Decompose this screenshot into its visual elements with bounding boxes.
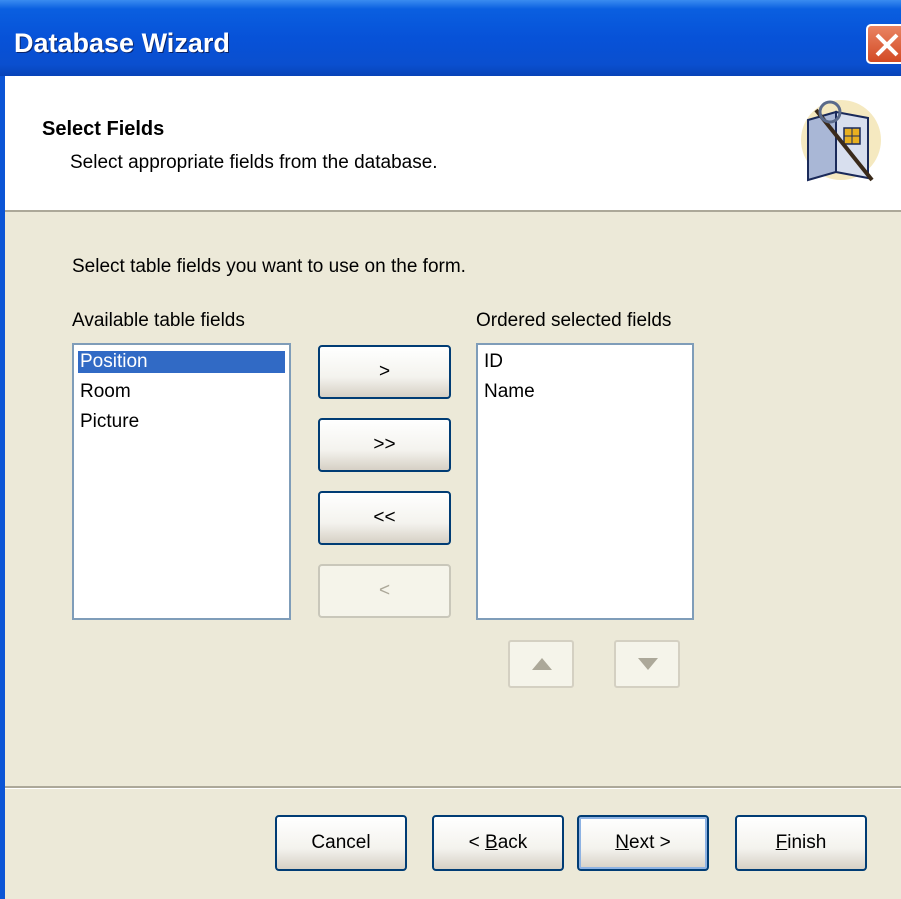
- back-prefix: <: [468, 832, 486, 853]
- available-fields-label: Available table fields: [72, 310, 245, 331]
- next-mnemonic: N: [615, 832, 629, 853]
- close-button[interactable]: [866, 24, 901, 64]
- title-bar[interactable]: Database Wizard: [0, 0, 901, 76]
- wizard-header: [5, 76, 901, 212]
- remove-all-fields-button[interactable]: <<: [318, 491, 451, 545]
- next-button[interactable]: Next >: [577, 815, 709, 871]
- database-wizard-window: Database Wizard Select Fields Select app…: [0, 0, 901, 899]
- add-field-button[interactable]: >: [318, 345, 451, 399]
- window-title: Database Wizard: [14, 28, 230, 58]
- list-item[interactable]: Picture: [78, 411, 141, 433]
- instruction-text: Select table fields you want to use on t…: [72, 256, 466, 277]
- list-item[interactable]: ID: [482, 351, 505, 373]
- wizard-book-icon: [801, 100, 881, 182]
- footer-separator: [5, 786, 901, 789]
- page-title: Select Fields: [42, 118, 165, 140]
- close-icon: [875, 33, 899, 57]
- finish-button[interactable]: Finish: [735, 815, 867, 871]
- back-mnemonic: B: [485, 832, 498, 853]
- available-fields-list[interactable]: Position Room Picture: [72, 343, 291, 620]
- finish-mnemonic: F: [775, 832, 788, 853]
- finish-rest: inish: [787, 832, 827, 853]
- selected-fields-list[interactable]: ID Name: [476, 343, 694, 620]
- move-down-button[interactable]: [614, 640, 680, 688]
- list-item[interactable]: Room: [78, 381, 133, 403]
- back-rest: ack: [497, 832, 528, 853]
- list-item[interactable]: Position: [78, 351, 285, 373]
- triangle-down-icon: [638, 658, 658, 670]
- triangle-up-icon: [532, 658, 552, 670]
- cancel-button[interactable]: Cancel: [275, 815, 407, 871]
- move-up-button[interactable]: [508, 640, 574, 688]
- remove-field-button[interactable]: <: [318, 564, 451, 618]
- list-item[interactable]: Name: [482, 381, 537, 403]
- add-all-fields-button[interactable]: >>: [318, 418, 451, 472]
- selected-fields-label: Ordered selected fields: [476, 310, 672, 331]
- page-subtitle: Select appropriate fields from the datab…: [70, 152, 438, 173]
- back-button[interactable]: < Back: [432, 815, 564, 871]
- next-rest: ext >: [629, 832, 671, 853]
